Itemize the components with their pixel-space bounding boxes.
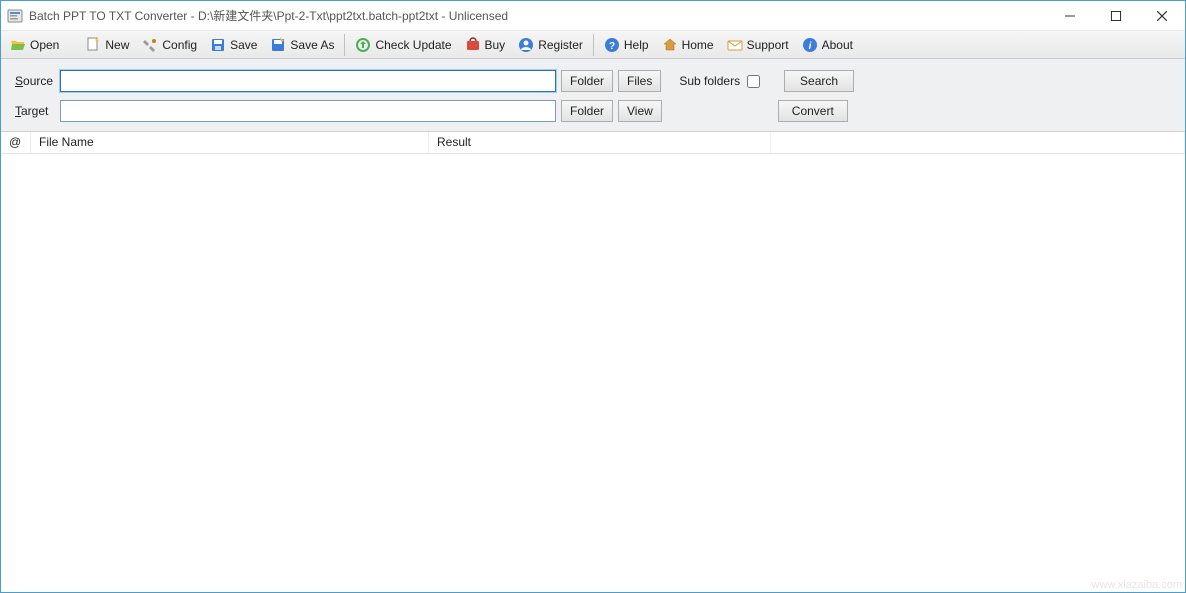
window-title: Batch PPT TO TXT Converter - D:\新建文件夹\Pp…	[29, 7, 1047, 24]
save-as-button[interactable]: Save As	[264, 33, 340, 57]
help-button[interactable]: ? Help	[598, 33, 655, 57]
config-icon	[142, 37, 158, 53]
save-as-icon	[270, 37, 286, 53]
target-label: Target	[15, 104, 55, 118]
toolbar-separator	[593, 34, 594, 56]
convert-button[interactable]: Convert	[778, 100, 848, 122]
source-row: Source Folder Files Sub folders Search	[15, 69, 1175, 93]
register-icon	[518, 37, 534, 53]
open-label: Open	[30, 38, 59, 52]
register-label: Register	[538, 38, 583, 52]
toolbar-separator	[344, 34, 345, 56]
buy-button[interactable]: Buy	[459, 33, 512, 57]
minimize-button[interactable]	[1047, 1, 1093, 30]
col-at[interactable]: @	[1, 132, 31, 153]
target-folder-button[interactable]: Folder	[561, 100, 613, 122]
search-button[interactable]: Search	[784, 70, 854, 92]
about-button[interactable]: i About	[796, 33, 859, 57]
support-icon	[727, 37, 743, 53]
check-update-label: Check Update	[375, 38, 451, 52]
save-button[interactable]: Save	[204, 33, 263, 57]
grid-header: @ File Name Result	[1, 132, 1185, 154]
new-label: New	[105, 38, 129, 52]
col-filename[interactable]: File Name	[31, 132, 429, 153]
toolbar: Open New Config Save Save As Check Updat…	[1, 31, 1185, 59]
buy-icon	[465, 37, 481, 53]
form-area: Source Folder Files Sub folders Search T…	[1, 59, 1185, 132]
watermark: www.xiazaiba.com	[1092, 579, 1182, 591]
sub-folders-label: Sub folders	[679, 74, 740, 88]
home-icon	[662, 37, 678, 53]
open-folder-icon	[10, 37, 26, 53]
about-label: About	[822, 38, 853, 52]
svg-text:?: ?	[609, 41, 615, 52]
config-button[interactable]: Config	[136, 33, 203, 57]
titlebar: Batch PPT TO TXT Converter - D:\新建文件夹\Pp…	[1, 1, 1185, 31]
home-button[interactable]: Home	[656, 33, 720, 57]
open-dropdown[interactable]	[66, 33, 78, 57]
target-view-button[interactable]: View	[618, 100, 662, 122]
col-result[interactable]: Result	[429, 132, 771, 153]
support-button[interactable]: Support	[721, 33, 795, 57]
source-input[interactable]	[60, 70, 556, 92]
svg-text:i: i	[808, 41, 811, 52]
maximize-button[interactable]	[1093, 1, 1139, 30]
col-spacer	[771, 132, 1185, 153]
save-as-label: Save As	[290, 38, 334, 52]
help-icon: ?	[604, 37, 620, 53]
source-label: Source	[15, 74, 55, 88]
config-label: Config	[162, 38, 197, 52]
save-label: Save	[230, 38, 257, 52]
support-label: Support	[747, 38, 789, 52]
buy-label: Buy	[485, 38, 506, 52]
update-icon	[355, 37, 371, 53]
source-folder-button[interactable]: Folder	[561, 70, 613, 92]
register-button[interactable]: Register	[512, 33, 589, 57]
about-icon: i	[802, 37, 818, 53]
save-icon	[210, 37, 226, 53]
close-button[interactable]	[1139, 1, 1185, 30]
app-icon	[7, 8, 23, 24]
new-file-icon	[85, 37, 101, 53]
home-label: Home	[682, 38, 714, 52]
open-button[interactable]: Open	[4, 33, 65, 57]
window-controls	[1047, 1, 1185, 30]
target-input[interactable]	[60, 100, 556, 122]
sub-folders-checkbox[interactable]	[747, 75, 760, 88]
check-update-button[interactable]: Check Update	[349, 33, 457, 57]
help-label: Help	[624, 38, 649, 52]
result-grid: @ File Name Result	[1, 132, 1185, 592]
source-files-button[interactable]: Files	[618, 70, 661, 92]
target-row: Target Folder View Convert	[15, 99, 1175, 123]
new-button[interactable]: New	[79, 33, 135, 57]
